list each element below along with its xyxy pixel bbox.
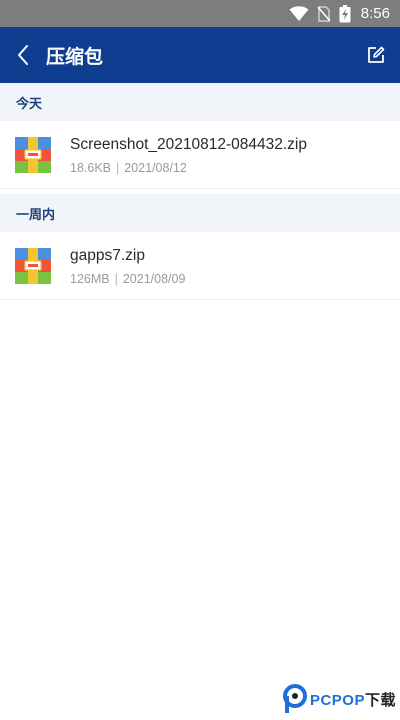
app-bar: 压缩包 xyxy=(0,27,400,83)
edit-button[interactable] xyxy=(352,27,400,83)
divider xyxy=(0,188,400,189)
file-name: Screenshot_20210812-084432.zip xyxy=(70,135,307,153)
back-button[interactable] xyxy=(0,27,46,83)
file-meta: 126MB | 2021/08/09 xyxy=(70,272,185,286)
watermark: PCPOP下载 xyxy=(282,684,396,714)
file-date: 2021/08/09 xyxy=(122,271,186,286)
page-title: 压缩包 xyxy=(46,45,104,68)
edit-icon xyxy=(368,46,385,63)
file-date: 2021/08/12 xyxy=(124,160,187,175)
file-meta: 18.6KB | 2021/08/12 xyxy=(70,161,307,175)
file-item[interactable]: Screenshot_20210812-084432.zip 18.6KB | 20… xyxy=(0,121,400,189)
watermark-text: PCPOP下载 xyxy=(310,689,396,710)
meta-separator: | xyxy=(114,271,118,286)
status-time: 8:56 xyxy=(360,5,390,22)
meta-separator: | xyxy=(116,160,120,175)
status-bar: 8:56 xyxy=(0,0,400,27)
wifi-icon xyxy=(289,5,309,21)
battery-charging-icon xyxy=(339,4,351,22)
file-item[interactable]: gapps7.zip 126MB | 2021/08/09 xyxy=(0,232,400,300)
pcpop-logo-icon xyxy=(282,684,307,713)
watermark-brand: PCPOP xyxy=(309,691,365,709)
zip-archive-icon xyxy=(15,248,51,284)
no-sim-icon xyxy=(317,5,331,22)
divider xyxy=(0,299,400,300)
file-size: 126MB xyxy=(70,271,110,286)
back-icon xyxy=(18,45,28,65)
zip-archive-icon xyxy=(15,137,51,173)
file-size: 18.6KB xyxy=(70,160,112,175)
file-name: gapps7.zip xyxy=(70,246,145,264)
section-header-today: 今天 xyxy=(0,83,400,121)
watermark-suffix: 下载 xyxy=(364,691,396,709)
section-header-this-week: 一周内 xyxy=(0,194,400,232)
